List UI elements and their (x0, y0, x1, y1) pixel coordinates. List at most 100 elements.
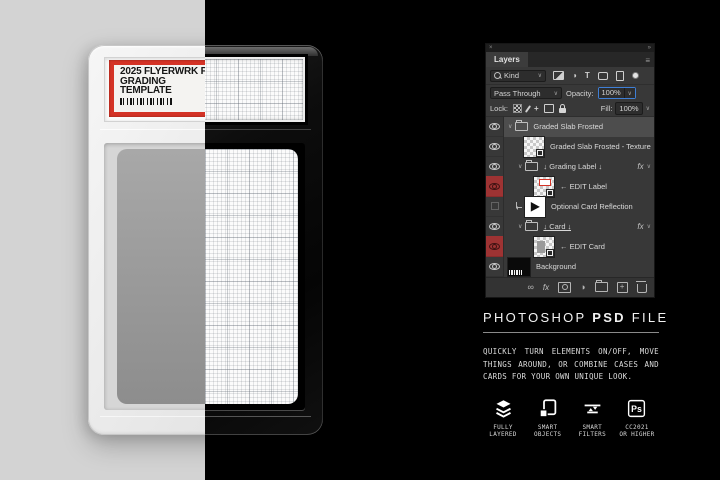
group-expand-chevron-icon[interactable]: ∨ (518, 223, 522, 230)
blend-mode-value: Pass Through (494, 89, 541, 98)
layer-thumbnail[interactable] (524, 137, 544, 157)
layer-list: ∨ Graded Slab Frosted Graded Slab Froste… (486, 117, 654, 277)
add-layer-mask-icon[interactable] (558, 282, 571, 293)
layer-row-texture[interactable]: Graded Slab Frosted - Texture (486, 137, 654, 157)
collapse-panel-icon[interactable]: » (648, 44, 651, 52)
fx-badge[interactable]: fx (637, 162, 643, 171)
feature-label: SMARTOBJECTS (534, 424, 561, 438)
lock-transparency-icon[interactable] (513, 104, 522, 113)
layer-name: Optional Card Reflection (551, 202, 633, 211)
chevron-down-icon: ∨ (554, 90, 558, 97)
visibility-toggle-highlighted[interactable] (486, 236, 504, 257)
section-heading: PHOTOSHOP PSD FILE (483, 310, 659, 325)
panel-toolbar: ∞ fx ◑ + (486, 277, 654, 297)
layer-effects-group[interactable]: fx ∨ (637, 162, 654, 171)
layer-row-edit-card[interactable]: ← EDIT Card (486, 237, 654, 257)
chevron-down-icon[interactable]: ∨ (647, 223, 651, 230)
lock-pixels-brush-icon[interactable] (525, 105, 531, 113)
folder-icon (525, 222, 538, 231)
smart-filters-icon (582, 398, 603, 419)
visibility-toggle[interactable] (486, 116, 504, 137)
eye-icon (489, 123, 500, 130)
layer-name: ↓ Grading Label ↓ (543, 162, 602, 171)
filter-kind-dropdown[interactable]: Kind ∨ (490, 70, 546, 82)
feature-cc2021: Ps CC2021OR HIGHER (615, 398, 659, 438)
layer-row-card-reflection[interactable]: Optional Card Reflection (486, 197, 654, 217)
folder-icon (515, 122, 528, 131)
layer-row-graded-slab-frosted[interactable]: ∨ Graded Slab Frosted (486, 117, 654, 137)
filter-type-layers-icon[interactable]: T (585, 72, 590, 80)
search-icon (494, 72, 501, 79)
feature-badges: FULLYLAYERED SMARTOBJECTS SMARTFILTERS (481, 398, 659, 438)
eye-icon (489, 143, 500, 150)
lock-artboard-icon[interactable] (544, 104, 554, 113)
chevron-down-icon[interactable]: ∨ (646, 105, 650, 112)
layer-thumbnail[interactable] (534, 237, 554, 257)
filter-shape-layers-icon[interactable] (598, 72, 608, 80)
layer-thumbnail[interactable] (525, 197, 545, 217)
folder-icon (525, 162, 538, 171)
fx-badge[interactable]: fx (637, 222, 643, 231)
blend-mode-dropdown[interactable]: Pass Through ∨ (490, 87, 562, 99)
feature-fully-layered: FULLYLAYERED (481, 398, 525, 438)
chevron-down-icon[interactable]: ∨ (624, 88, 635, 98)
body-line: CARDS FOR YOUR OWN UNIQUE LOOK. (483, 371, 659, 384)
delete-layer-trash-icon[interactable] (637, 284, 647, 293)
feature-smart-filters: SMARTFILTERS (570, 398, 614, 438)
visibility-toggle[interactable] (486, 256, 504, 277)
filter-smart-objects-icon[interactable] (616, 71, 624, 81)
layer-row-grading-label-group[interactable]: ∨ ↓ Grading Label ↓ fx ∨ (486, 157, 654, 177)
visibility-toggle[interactable] (486, 156, 504, 177)
add-layer-style-fx-icon[interactable]: fx (543, 283, 549, 292)
layer-row-background[interactable]: Background (486, 257, 654, 277)
layer-name: ← EDIT Label (560, 182, 607, 191)
filter-kind-label: Kind (504, 71, 519, 80)
panel-title-strip: × » (486, 44, 654, 52)
feature-label: SMARTFILTERS (579, 424, 606, 438)
filter-toggle-icon[interactable] (632, 72, 639, 79)
layer-thumbnail[interactable] (508, 258, 530, 276)
eye-icon (489, 223, 500, 230)
visibility-toggle-highlighted[interactable] (486, 176, 504, 197)
heading-psd-bold: PSD (592, 310, 626, 325)
layer-row-edit-label[interactable]: ← EDIT Label (486, 177, 654, 197)
layer-effects-group[interactable]: fx ∨ (637, 222, 654, 231)
visibility-toggle[interactable] (486, 136, 504, 157)
feature-label: FULLYLAYERED (489, 424, 516, 438)
layer-name: Graded Slab Frosted (533, 122, 603, 131)
layer-thumbnail[interactable] (534, 177, 554, 197)
filter-adjustment-layers-icon[interactable]: ◑ (572, 72, 577, 80)
fill-label: Fill: (601, 104, 613, 113)
fill-group: Fill: 100% ∨ (601, 102, 650, 115)
clipping-mask-arrow-icon (516, 202, 522, 208)
panel-menu-icon[interactable]: ≡ (645, 55, 650, 67)
eye-icon (489, 183, 500, 190)
barcode (120, 98, 172, 105)
visibility-toggle[interactable] (486, 196, 504, 217)
panel-tab-row: Layers ≡ (486, 52, 654, 67)
visibility-toggle[interactable] (486, 216, 504, 237)
add-adjustment-layer-icon[interactable]: ◑ (580, 282, 585, 292)
lock-all-padlock-icon[interactable] (559, 108, 566, 113)
tab-layers[interactable]: Layers (486, 52, 528, 67)
filter-pixel-layers-icon[interactable] (553, 71, 564, 80)
link-layers-icon[interactable]: ∞ (527, 282, 533, 292)
layer-name: ← EDIT Card (560, 242, 605, 251)
blend-mode-row: Pass Through ∨ Opacity: 100% ∨ (486, 85, 654, 101)
group-expand-chevron-icon[interactable]: ∨ (518, 163, 522, 170)
fill-value[interactable]: 100% (615, 102, 642, 115)
opacity-value[interactable]: 100% (599, 88, 624, 98)
new-layer-icon[interactable]: + (617, 282, 628, 293)
eye-hidden-icon (491, 202, 499, 210)
body-line: QUICKLY TURN ELEMENTS ON/OFF, MOVE (483, 346, 659, 359)
lock-position-move-icon[interactable]: + (534, 105, 539, 113)
chevron-down-icon[interactable]: ∨ (647, 163, 651, 170)
close-icon[interactable]: × (489, 44, 493, 52)
opacity-control[interactable]: 100% ∨ (598, 87, 636, 99)
thumbnail-reflection-graphic (529, 201, 541, 213)
eye-icon (489, 163, 500, 170)
lock-row: Lock: + Fill: 100% ∨ (486, 102, 654, 117)
layer-row-card-group[interactable]: ∨ ↓ Card ↓ fx ∨ (486, 217, 654, 237)
group-expand-chevron-icon[interactable]: ∨ (508, 123, 512, 130)
new-group-folder-icon[interactable] (595, 282, 608, 292)
